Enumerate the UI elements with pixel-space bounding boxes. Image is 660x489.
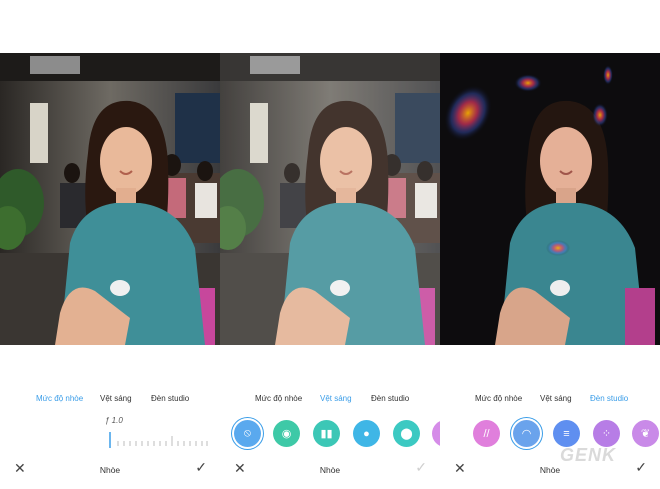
bars-effect-icon[interactable]: ▮▮ [313,420,340,447]
tab-blur-level[interactable]: Mức độ nhòe [475,394,522,403]
tab-studio-light[interactable]: Đèn studio [151,394,189,403]
slider-ticks[interactable] [108,432,208,448]
aperture-slider[interactable]: ƒ 1.0 [100,414,210,450]
toggle-effect-icon[interactable]: ⬤ [393,420,420,447]
panel-blur-level: Mức độ nhòe Vệt sáng Đèn studio ƒ 1.0 ✕ … [0,0,220,489]
tab-light-streak[interactable]: Vệt sáng [320,394,352,403]
bottom-bar: ✕ Nhòe ✓ [0,460,220,480]
dots-light-icon[interactable]: ⁘ [593,420,620,447]
mode-title: Nhòe [539,465,561,475]
mode-title: Nhòe [99,465,121,475]
none-effect-icon[interactable]: ⦸ [234,420,261,447]
tab-blur-level[interactable]: Mức độ nhòe [36,394,83,403]
confirm-icon[interactable]: ✓ [415,460,427,474]
lines-light-icon[interactable]: ≡ [553,420,580,447]
preview-photo [220,53,440,345]
circle-bokeh-icon[interactable]: ◉ [273,420,300,447]
tab-blur-level[interactable]: Mức độ nhòe [255,394,302,403]
aperture-value: ƒ 1.0 [105,416,123,425]
panel-light-streak: Mức độ nhòe Vệt sáng Đèn studio ⦸ ◉ ▮▮ ●… [220,0,440,489]
tab-studio-light[interactable]: Đèn studio [590,394,628,403]
watermark-logo: GENK [560,445,617,465]
effect-icon-row: // ◠ ≡ ⁘ ❦ [440,420,660,448]
dot-effect-icon[interactable]: ● [353,420,380,447]
slash-light-icon[interactable]: // [473,420,500,447]
tab-light-streak[interactable]: Vệt sáng [540,394,572,403]
panel-studio-light: Mức độ nhòe Vệt sáng Đèn studio // ◠ ≡ ⁘… [440,0,660,489]
bottom-bar: ✕ Nhòe ✓ [440,460,660,480]
drop-effect-icon[interactable]: ♦ [432,420,440,447]
rainbow-light-icon[interactable]: ◠ [513,420,540,447]
tab-studio-light[interactable]: Đèn studio [371,394,409,403]
confirm-icon[interactable]: ✓ [195,460,207,474]
preview-photo [440,53,660,345]
bottom-bar: ✕ Nhòe ✓ [220,460,440,480]
mode-title: Nhòe [319,465,341,475]
tab-bar: Mức độ nhòe Vệt sáng Đèn studio [0,394,220,406]
tab-bar: Mức độ nhòe Vệt sáng Đèn studio [220,394,440,406]
effect-icon-row: ⦸ ◉ ▮▮ ● ⬤ ♦ [220,420,440,448]
tab-light-streak[interactable]: Vệt sáng [100,394,132,403]
confirm-icon[interactable]: ✓ [635,460,647,474]
tab-bar: Mức độ nhòe Vệt sáng Đèn studio [440,394,660,406]
preview-photo [0,53,220,345]
leaf-light-icon[interactable]: ❦ [632,420,659,447]
